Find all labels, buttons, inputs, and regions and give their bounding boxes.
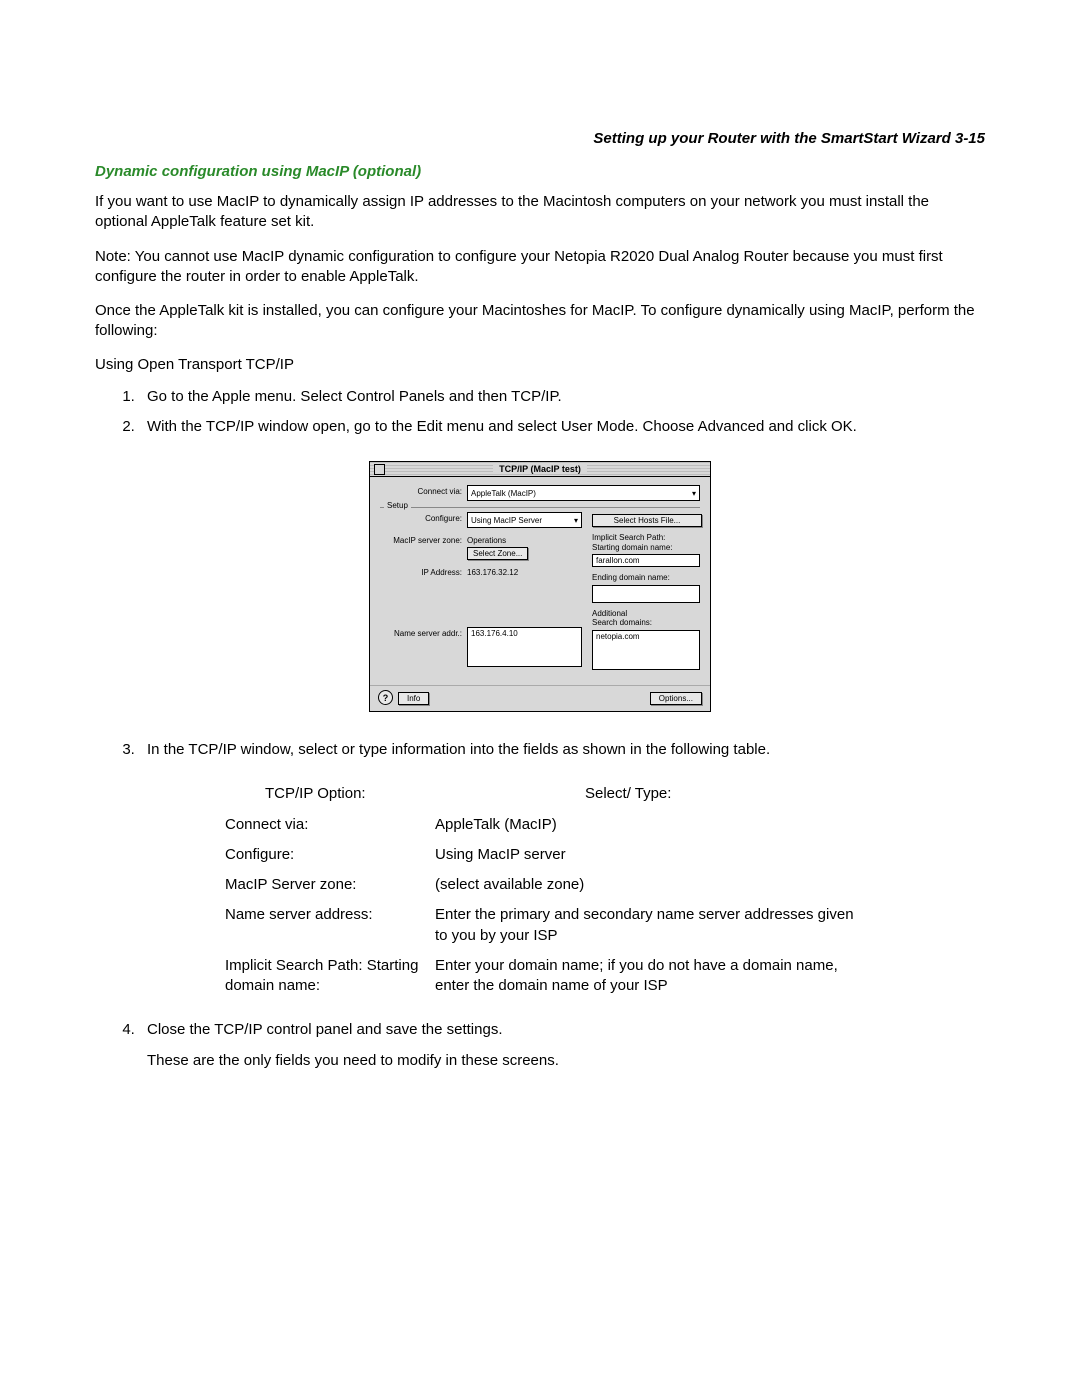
steps-list: In the TCP/IP window, select or type inf… xyxy=(95,740,985,760)
table-cell: Using MacIP server xyxy=(435,845,865,865)
paragraph: If you want to use MacIP to dynamically … xyxy=(95,192,985,233)
ip-label: IP Address: xyxy=(380,566,467,577)
table-header-left: TCP/IP Option: xyxy=(225,784,475,804)
connect-via-label: Connect via: xyxy=(380,485,467,496)
section-label: Using Open Transport TCP/IP xyxy=(95,356,985,373)
zone-label: MacIP server zone: xyxy=(380,534,467,545)
table-cell: Implicit Search Path: Starting domain na… xyxy=(225,956,435,997)
zone-value: Operations xyxy=(467,534,582,545)
table-cell: MacIP Server zone: xyxy=(225,875,435,895)
select-hosts-button[interactable]: Select Hosts File... xyxy=(592,514,702,527)
close-icon[interactable] xyxy=(374,464,385,475)
table-header-right: Select/ Type: xyxy=(475,784,865,804)
options-table: TCP/IP Option: Select/ Type: Connect via… xyxy=(225,784,865,996)
step-subtext: These are the only fields you need to mo… xyxy=(147,1051,985,1071)
table-row: Configure: Using MacIP server xyxy=(225,845,865,865)
configure-label: Configure: xyxy=(380,512,467,523)
section-subheading: Dynamic configuration using MacIP (optio… xyxy=(95,163,985,180)
table-cell: Configure: xyxy=(225,845,435,865)
tcpip-dialog: TCP/IP (MacIP test) Connect via: AppleTa… xyxy=(369,461,711,712)
dialog-title: TCP/IP (MacIP test) xyxy=(493,464,587,474)
ip-value: 163.176.32.12 xyxy=(467,566,518,577)
options-button[interactable]: Options... xyxy=(650,692,702,705)
implicit-label: Implicit Search Path: Starting domain na… xyxy=(592,533,700,552)
document-page: Setting up your Router with the SmartSta… xyxy=(0,0,1080,1397)
starting-domain-input[interactable]: farallon.com xyxy=(592,554,700,567)
setup-fieldset: Setup Configure: Using MacIP Server ▾ xyxy=(380,507,700,673)
page-header: Setting up your Router with the SmartSta… xyxy=(95,130,985,147)
ending-domain-label: Ending domain name: xyxy=(592,573,700,583)
table-row: Name server address: Enter the primary a… xyxy=(225,905,865,946)
dialog-figure: TCP/IP (MacIP test) Connect via: AppleTa… xyxy=(95,461,985,712)
connect-via-value: AppleTalk (MacIP) xyxy=(471,489,536,498)
help-icon[interactable]: ? xyxy=(378,690,393,705)
table-row: Implicit Search Path: Starting domain na… xyxy=(225,956,865,997)
table-cell: AppleTalk (MacIP) xyxy=(435,815,865,835)
step-item: With the TCP/IP window open, go to the E… xyxy=(139,417,985,437)
step-text: Close the TCP/IP control panel and save … xyxy=(147,1021,503,1038)
table-cell: Connect via: xyxy=(225,815,435,835)
additional-domains-label: Additional Search domains: xyxy=(592,609,700,628)
table-row: Connect via: AppleTalk (MacIP) xyxy=(225,815,865,835)
select-zone-button[interactable]: Select Zone... xyxy=(467,547,528,560)
dialog-titlebar: TCP/IP (MacIP test) xyxy=(370,462,710,477)
nameserver-label: Name server addr.: xyxy=(380,627,467,638)
configure-select[interactable]: Using MacIP Server ▾ xyxy=(467,512,582,528)
table-cell: Name server address: xyxy=(225,905,435,946)
table-header-row: TCP/IP Option: Select/ Type: xyxy=(225,784,865,804)
table-row: MacIP Server zone: (select available zon… xyxy=(225,875,865,895)
table-cell: Enter the primary and secondary name ser… xyxy=(435,905,865,946)
connect-via-select[interactable]: AppleTalk (MacIP) ▾ xyxy=(467,485,700,501)
configure-value: Using MacIP Server xyxy=(471,516,542,525)
step-item: Close the TCP/IP control panel and save … xyxy=(139,1020,985,1071)
nameserver-input[interactable]: 163.176.4.10 xyxy=(467,627,582,667)
table-cell: (select available zone) xyxy=(435,875,865,895)
ending-domain-input[interactable] xyxy=(592,585,700,603)
info-button[interactable]: Info xyxy=(398,692,429,705)
paragraph-note: Note: You cannot use MacIP dynamic confi… xyxy=(95,247,985,288)
table-cell: Enter your domain name; if you do not ha… xyxy=(435,956,865,997)
additional-domains-input[interactable]: netopia.com xyxy=(592,630,700,670)
step-item: In the TCP/IP window, select or type inf… xyxy=(139,740,985,760)
steps-list: Go to the Apple menu. Select Control Pan… xyxy=(95,387,985,438)
chevron-down-icon: ▾ xyxy=(574,516,578,525)
steps-list: Close the TCP/IP control panel and save … xyxy=(95,1020,985,1071)
setup-fieldset-label: Setup xyxy=(384,501,411,510)
paragraph: Once the AppleTalk kit is installed, you… xyxy=(95,301,985,342)
step-item: Go to the Apple menu. Select Control Pan… xyxy=(139,387,985,407)
chevron-down-icon: ▾ xyxy=(692,489,696,498)
